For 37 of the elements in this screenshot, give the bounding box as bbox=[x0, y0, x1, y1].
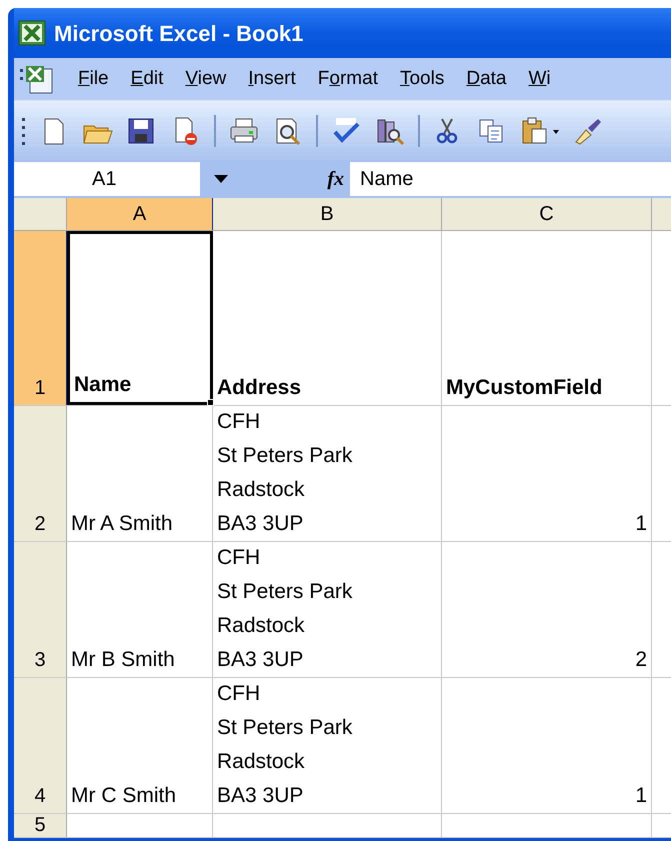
menu-item[interactable]: Tools bbox=[400, 64, 444, 94]
menu-item[interactable]: Edit bbox=[130, 64, 164, 94]
excel-logo-icon bbox=[18, 20, 46, 46]
menu-item[interactable]: Data bbox=[466, 64, 506, 94]
row-header[interactable]: 1 bbox=[14, 231, 67, 405]
menu-item[interactable]: Format bbox=[318, 64, 378, 94]
table-cell[interactable]: CFH St Peters Park Radstock BA3 3UP bbox=[213, 678, 442, 813]
table-cell[interactable]: CFH St Peters Park Radstock BA3 3UP bbox=[213, 406, 442, 541]
table-cell[interactable]: 1 bbox=[442, 406, 652, 541]
menu-item[interactable]: Insert bbox=[248, 64, 296, 94]
name-box[interactable]: A1 bbox=[14, 162, 200, 196]
table-cell[interactable]: Mr A Smith bbox=[67, 406, 213, 541]
table-cell[interactable]: Mr C Smith bbox=[67, 678, 213, 813]
column-header[interactable]: C bbox=[442, 198, 652, 230]
dropdown-arrow-icon[interactable] bbox=[214, 175, 228, 183]
formula-field[interactable]: Name bbox=[350, 162, 671, 196]
table-cell[interactable]: MyCustomField bbox=[442, 231, 652, 405]
clipboard-icon[interactable] bbox=[520, 116, 560, 146]
row-header[interactable]: 2 bbox=[14, 406, 67, 541]
menu-item[interactable]: File bbox=[78, 64, 109, 94]
function-icon[interactable]: fx bbox=[327, 164, 344, 194]
row-header[interactable]: 5 bbox=[14, 814, 67, 837]
column-header[interactable]: A bbox=[67, 198, 213, 230]
window-title: Microsoft Excel - Book1 bbox=[54, 20, 304, 48]
menu-item[interactable]: View bbox=[185, 64, 226, 94]
menu-item[interactable]: Wi bbox=[528, 64, 551, 94]
table-cell[interactable]: 1 bbox=[442, 678, 652, 813]
table-cell[interactable]: Name bbox=[67, 231, 213, 405]
column-header[interactable]: B bbox=[213, 198, 442, 230]
toolbar-grip-icon[interactable] bbox=[22, 116, 26, 146]
row-header[interactable]: 3 bbox=[14, 542, 67, 677]
printer-icon[interactable] bbox=[228, 116, 260, 146]
table-cell[interactable]: 2 bbox=[442, 542, 652, 677]
row-header[interactable]: 4 bbox=[14, 678, 67, 813]
table-cell[interactable]: Address bbox=[213, 231, 442, 405]
table-cell[interactable]: Mr B Smith bbox=[67, 542, 213, 677]
table-cell[interactable]: CFH St Peters Park Radstock BA3 3UP bbox=[213, 542, 442, 677]
